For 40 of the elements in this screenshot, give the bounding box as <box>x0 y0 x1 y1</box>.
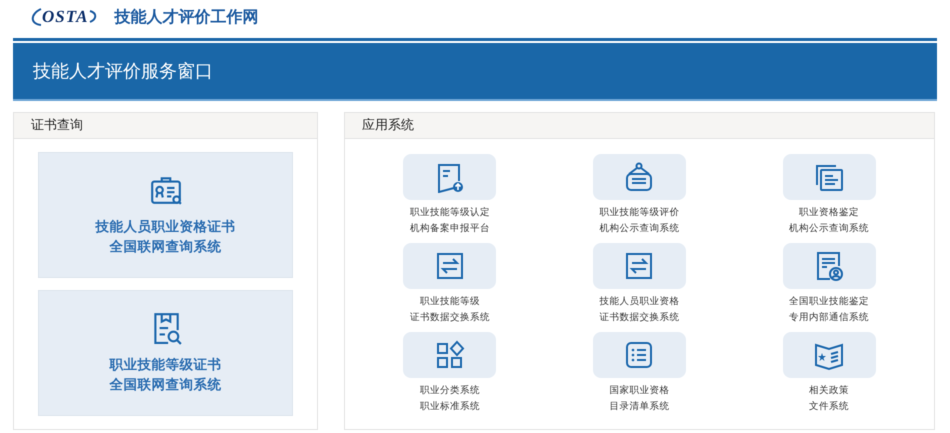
logo-swoosh-icon <box>30 7 42 27</box>
system-name[interactable]: 机构备案申报平台 <box>410 221 490 237</box>
card-title: 全国联网查询系统 <box>110 238 222 257</box>
system-name[interactable]: 技能人员职业资格 <box>599 294 680 310</box>
system-tile[interactable] <box>592 154 686 200</box>
system-tile[interactable] <box>782 332 876 378</box>
system-name[interactable]: 职业技能等级评价 <box>599 205 680 221</box>
system-name[interactable]: 目录清单系统 <box>609 399 670 415</box>
logo-swoosh-icon <box>88 10 97 24</box>
system-name[interactable]: 职业标准系统 <box>420 399 480 415</box>
banner-title: 技能人才评价服务窗口 <box>33 60 213 84</box>
card-title: 职业技能等级证书 <box>110 356 222 375</box>
query-system-card[interactable]: 职业技能等级证书 全国联网查询系统 <box>38 290 293 416</box>
logo-text: OSTA <box>42 6 89 28</box>
system-name[interactable]: 证书数据交换系统 <box>599 310 680 326</box>
system-name[interactable]: 职业资格鉴定 <box>789 205 870 221</box>
card-title: 全国联网查询系统 <box>110 376 222 395</box>
system-name[interactable]: 相关政策 <box>809 383 850 399</box>
system-tile[interactable] <box>403 154 496 200</box>
system-name[interactable]: 专用内部通信系统 <box>789 310 870 326</box>
system-tile[interactable] <box>592 332 686 378</box>
panel-title: 应用系统 <box>362 116 414 135</box>
system-name[interactable]: 职业技能等级 <box>410 294 490 310</box>
query-system-card[interactable]: 技能人员职业资格证书 全国联网查询系统 <box>38 152 293 278</box>
system-name[interactable]: 职业技能等级认定 <box>410 205 490 221</box>
system-tile[interactable] <box>782 154 876 200</box>
system-name[interactable]: 国家职业资格 <box>609 383 670 399</box>
system-name[interactable]: 机构公示查询系统 <box>789 221 870 237</box>
panel-title: 证书查询 <box>31 116 83 135</box>
system-name[interactable]: 机构公示查询系统 <box>599 221 680 237</box>
system-name[interactable]: 全国职业技能鉴定 <box>789 294 870 310</box>
system-name[interactable]: 证书数据交换系统 <box>410 310 490 326</box>
system-name[interactable]: 职业分类系统 <box>420 383 480 399</box>
system-name[interactable]: 文件系统 <box>809 399 850 415</box>
site-title: 技能人才评价工作网 <box>114 6 259 28</box>
system-tile[interactable] <box>403 243 496 289</box>
system-tile[interactable] <box>782 243 876 289</box>
system-tile[interactable] <box>592 243 686 289</box>
system-tile[interactable] <box>403 332 496 378</box>
card-title: 技能人员职业资格证书 <box>96 218 236 237</box>
